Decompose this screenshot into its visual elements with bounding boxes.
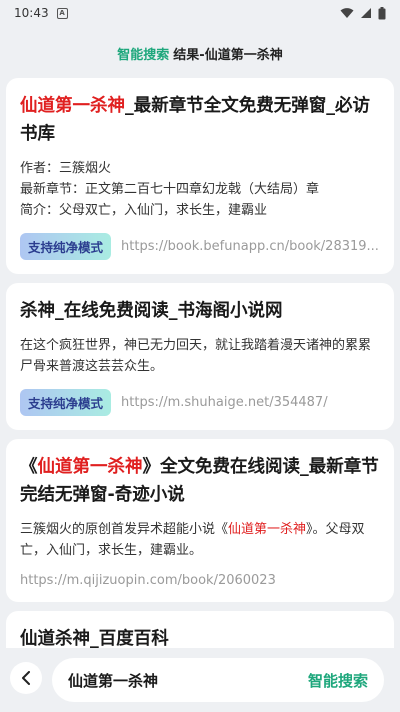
result-url: https://book.befunapp.cn/book/28319... (121, 239, 379, 254)
smart-search-button[interactable]: 智能搜索 (308, 670, 368, 691)
bottom-search-bar: 智能搜索 (0, 648, 400, 712)
result-description: 在这个疯狂世界，神已无力回天，就让我踏着漫天诸神的累累尸骨来普渡这芸芸众生。 (20, 338, 372, 374)
result-title[interactable]: 《仙道第一杀神》全文免费在线阅读_最新章节完结无弹窗-奇迹小说 (20, 453, 380, 509)
chevron-left-icon (22, 671, 30, 685)
search-box: 智能搜索 (52, 658, 384, 702)
result-url: https://m.shuhaige.net/354487/ (121, 395, 328, 410)
result-intro: 简介：父母双亡，入仙门，求长生，建霸业 (20, 203, 268, 218)
header-brand: 智能搜索 (117, 47, 170, 63)
wifi-icon (340, 8, 354, 18)
signal-icon (361, 8, 371, 18)
result-url: https://m.qijizuopin.com/book/2060023 (20, 573, 276, 588)
search-input[interactable] (68, 671, 308, 689)
result-card[interactable]: 杀神_在线免费阅读_书海阁小说网 在这个疯狂世界，神已无力回天，就让我踏着漫天诸… (6, 283, 394, 430)
pure-mode-badge[interactable]: 支持纯净模式 (20, 233, 112, 260)
status-time: 10:43 (14, 6, 49, 20)
status-icons (340, 6, 386, 20)
header-subtitle: 结果-仙道第一杀神 (173, 47, 283, 63)
result-info: 作者：三簇烟火 最新章节：正文第二百七十四章幻龙戟（大结局）章 简介：父母双亡，… (20, 158, 380, 221)
status-bar: 10:43 A (0, 0, 400, 26)
result-card[interactable]: 《仙道第一杀神》全文免费在线阅读_最新章节完结无弹窗-奇迹小说 三簇烟火的原创首… (6, 439, 394, 602)
result-list: 仙道第一杀神_最新章节全文免费无弹窗_必访书库 作者：三簇烟火 最新章节：正文第… (6, 78, 394, 712)
back-button[interactable] (10, 662, 42, 694)
notification-app-icon: A (56, 7, 68, 19)
result-card[interactable]: 仙道第一杀神_最新章节全文免费无弹窗_必访书库 作者：三簇烟火 最新章节：正文第… (6, 78, 394, 274)
page-header: 智能搜索 结果-仙道第一杀神 (0, 34, 400, 72)
result-title[interactable]: 仙道第一杀神_最新章节全文免费无弹窗_必访书库 (20, 92, 380, 148)
result-latest-chapter: 最新章节：正文第二百七十四章幻龙戟（大结局）章 (20, 182, 320, 197)
result-title[interactable]: 杀神_在线免费阅读_书海阁小说网 (20, 297, 380, 325)
battery-icon (378, 6, 386, 19)
pure-mode-badge[interactable]: 支持纯净模式 (20, 389, 112, 416)
result-description: 三簇烟火的原创首发异术超能小说《仙道第一杀神》。父母双亡，入仙门，求长生，建霸业… (20, 522, 365, 558)
result-author: 作者：三簇烟火 (20, 161, 112, 176)
